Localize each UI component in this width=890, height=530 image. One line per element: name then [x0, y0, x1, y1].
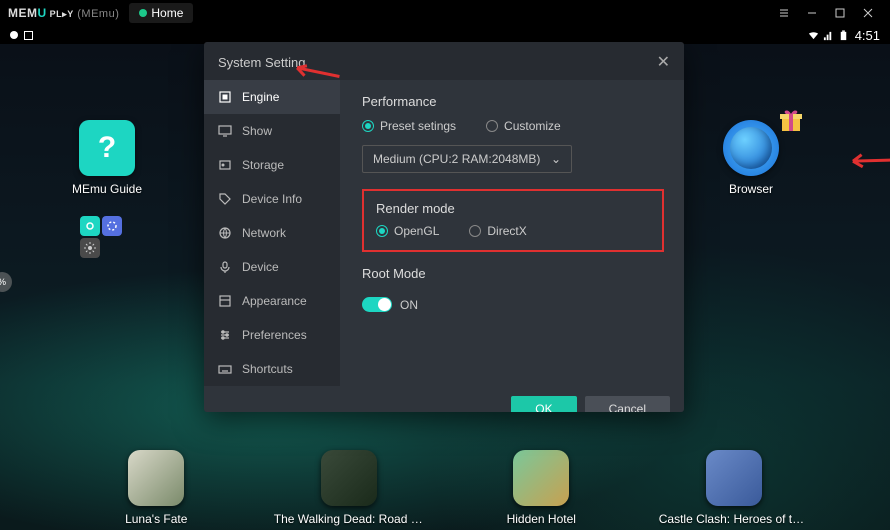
status-dot-icon: [10, 31, 18, 39]
render-mode-highlight: Render mode OpenGL DirectX: [362, 189, 664, 252]
status-square-icon: [24, 31, 33, 40]
app-thumb-icon: [706, 450, 762, 506]
sidebar-item-engine[interactable]: Engine: [204, 80, 340, 114]
modal-title-text: System Setting: [218, 55, 305, 70]
root-mode-toggle[interactable]: ON: [362, 297, 418, 312]
render-mode-title: Render mode: [376, 201, 650, 216]
left-edge-badge[interactable]: %: [0, 272, 12, 292]
tag-icon: [218, 192, 232, 206]
radio-customize[interactable]: Customize: [486, 119, 561, 133]
minimize-button[interactable]: [798, 3, 826, 23]
app-memu-guide[interactable]: ? MEmu Guide: [62, 120, 152, 196]
radio-dot-icon: [362, 120, 374, 132]
root-mode-title: Root Mode: [362, 266, 664, 281]
home-indicator-icon: [139, 9, 147, 17]
sidebar-item-device-info[interactable]: Device Info: [204, 182, 340, 216]
sidebar-item-network[interactable]: Network: [204, 216, 340, 250]
preferences-icon: [218, 328, 232, 342]
gift-icon[interactable]: [776, 104, 806, 134]
wifi-icon: [808, 30, 819, 41]
appearance-icon: [218, 294, 232, 308]
radio-dot-icon: [469, 225, 481, 237]
mic-icon: [218, 260, 232, 274]
status-time: 4:51: [855, 28, 880, 43]
app-thumb-icon: [321, 450, 377, 506]
globe-icon: [730, 127, 772, 169]
signal-icon: [823, 30, 834, 41]
radio-directx[interactable]: DirectX: [469, 224, 526, 238]
toggle-label: ON: [400, 298, 418, 312]
system-setting-modal: System Setting ✕ Engine Show Storage Dev…: [204, 42, 684, 412]
network-icon: [218, 226, 232, 240]
sidebar-item-show[interactable]: Show: [204, 114, 340, 148]
dock-item-walking-dead[interactable]: The Walking Dead: Road to...: [274, 450, 424, 526]
select-value: Medium (CPU:2 RAM:2048MB): [373, 152, 540, 166]
menu-button[interactable]: [770, 3, 798, 23]
radio-dot-icon: [486, 120, 498, 132]
question-icon: ?: [98, 131, 116, 165]
maximize-button[interactable]: [826, 3, 854, 23]
storage-icon: [218, 158, 232, 172]
battery-icon: [838, 30, 849, 41]
chevron-down-icon: ⌄: [551, 152, 561, 166]
toolbox-chip-icon: [102, 216, 122, 236]
settings-content: Performance Preset setings Customize Med…: [340, 80, 684, 386]
performance-preset-select[interactable]: Medium (CPU:2 RAM:2048MB) ⌄: [362, 145, 572, 173]
dock-item-hidden-hotel[interactable]: Hidden Hotel: [466, 450, 616, 526]
engine-icon: [218, 90, 232, 104]
display-icon: [218, 124, 232, 138]
tab-home-label: Home: [151, 6, 183, 20]
modal-footer: OK Cancel: [204, 386, 684, 412]
dock-item-castle-clash[interactable]: Castle Clash: Heroes of th...: [659, 450, 809, 526]
radio-preset-settings[interactable]: Preset setings: [362, 119, 456, 133]
app-thumb-icon: [513, 450, 569, 506]
radio-opengl[interactable]: OpenGL: [376, 224, 439, 238]
toolbox-widget[interactable]: [80, 216, 122, 258]
tab-home[interactable]: Home: [129, 3, 193, 23]
close-button[interactable]: [854, 3, 882, 23]
ok-button[interactable]: OK: [511, 396, 576, 412]
sidebar-item-appearance[interactable]: Appearance: [204, 284, 340, 318]
modal-titlebar: System Setting ✕: [204, 42, 684, 80]
sidebar-item-shortcuts[interactable]: Shortcuts: [204, 352, 340, 386]
cancel-button[interactable]: Cancel: [585, 396, 670, 412]
radio-dot-icon: [376, 225, 388, 237]
app-thumb-icon: [128, 450, 184, 506]
window-titlebar: MEMU PL▸Y (MEmu) Home: [0, 0, 890, 26]
settings-sidebar: Engine Show Storage Device Info Network …: [204, 80, 340, 386]
sidebar-item-preferences[interactable]: Preferences: [204, 318, 340, 352]
dock: Luna's Fate The Walking Dead: Road to...…: [0, 450, 890, 526]
gear-icon: [80, 238, 100, 258]
dock-item-lunas-fate[interactable]: Luna's Fate: [81, 450, 231, 526]
toggle-knob-icon: [378, 298, 391, 311]
keyboard-icon: [218, 362, 232, 376]
sidebar-item-device[interactable]: Device: [204, 250, 340, 284]
modal-close-button[interactable]: ✕: [657, 52, 670, 72]
app-browser-label: Browser: [706, 182, 796, 196]
memu-logo: MEMU PL▸Y (MEmu): [8, 6, 119, 20]
sidebar-item-storage[interactable]: Storage: [204, 148, 340, 182]
app-memu-guide-label: MEmu Guide: [62, 182, 152, 196]
performance-title: Performance: [362, 94, 664, 109]
toolbox-chip-icon: [80, 216, 100, 236]
